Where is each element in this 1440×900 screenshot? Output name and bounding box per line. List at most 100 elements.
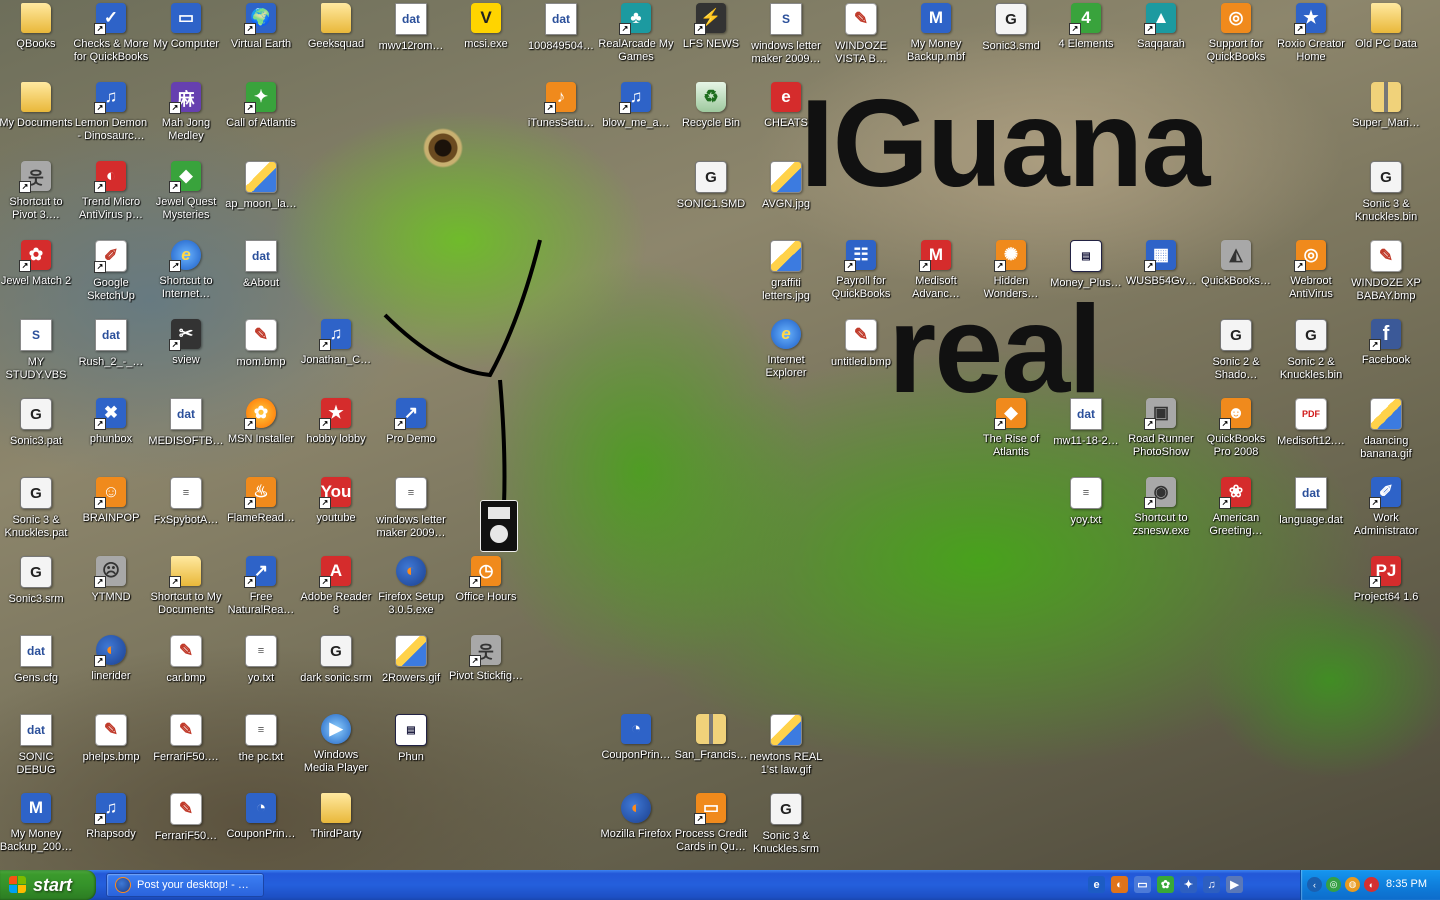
- desktop-icon-my-documents[interactable]: My Documents: [0, 79, 74, 155]
- desktop-icon-shortcut-to-my-documents[interactable]: ↗ Shortcut to My Documents: [148, 553, 224, 629]
- desktop-icon-flameread[interactable]: ♨ ↗ FlameRead…: [223, 474, 299, 550]
- desktop-icon-hidden-wonders[interactable]: ✺ ↗ Hidden Wonders…: [973, 237, 1049, 313]
- desktop-icon-dark-sonic-srm[interactable]: Gdark sonic.srm: [298, 632, 374, 708]
- desktop-icon-pro-demo[interactable]: ↗ ↗ Pro Demo: [373, 395, 449, 471]
- desktop-icon-jewel-match-2[interactable]: ✿ ↗ Jewel Match 2: [0, 237, 74, 313]
- desktop-icon-checks-more-for-quickbooks[interactable]: ✓ ↗ Checks & More for QuickBooks: [73, 0, 149, 76]
- desktop-icon-virtual-earth[interactable]: 🌍 ↗ Virtual Earth: [223, 0, 299, 76]
- desktop-icon-mwv12rom[interactable]: dat mwv12rom…: [373, 0, 449, 76]
- desktop-icon-sonic-debug[interactable]: dat SONIC DEBUG: [0, 711, 74, 787]
- desktop-icon-phun[interactable]: ▤ Phun: [373, 711, 449, 787]
- desktop-icon-language-dat[interactable]: dat language.dat: [1273, 474, 1349, 550]
- desktop-icon-windoze-vista-b[interactable]: ✎ WINDOZE VISTA B…: [823, 0, 899, 76]
- quicklaunch-pivot-icon[interactable]: ✦: [1180, 876, 1197, 893]
- desktop-icon-sonic1-smd[interactable]: G SONIC1.SMD: [673, 158, 749, 234]
- desktop-icon-san-francis[interactable]: San_Francis…: [673, 711, 749, 787]
- desktop-icon-rush-2[interactable]: dat Rush_2_-_…: [73, 316, 149, 392]
- desktop-icon-thirdparty[interactable]: ThirdParty: [298, 790, 374, 866]
- desktop-icon-car-bmp[interactable]: ✎ car.bmp: [148, 632, 224, 708]
- desktop-icon-medisoft-advanc[interactable]: M ↗ Medisoft Advanc…: [898, 237, 974, 313]
- desktop-icon-about[interactable]: dat &About: [223, 237, 299, 313]
- desktop-icon-blow-me-a[interactable]: ♫ ↗ blow_me_a…: [598, 79, 674, 155]
- desktop-icon-phelps-bmp[interactable]: ✎ phelps.bmp: [73, 711, 149, 787]
- desktop-icon-firefox-setup-3-0-5-exe[interactable]: ◐ Firefox Setup 3.0.5.exe: [373, 553, 449, 629]
- desktop-icon-road-runner-photoshow[interactable]: ▣ ↗ Road Runner PhotoShow: [1123, 395, 1199, 471]
- desktop-icon-medisoft12[interactable]: PDF Medisoft12.…: [1273, 395, 1349, 471]
- desktop-icon-adobe-reader-8[interactable]: A ↗ Adobe Reader 8: [298, 553, 374, 629]
- desktop-icon-windows-letter-maker-2009[interactable]: ≡ windows letter maker 2009…: [373, 474, 449, 550]
- desktop-icon-facebook[interactable]: f ↗ Facebook: [1348, 316, 1424, 392]
- desktop-icon-daancing-banana-gif[interactable]: daancing banana.gif: [1348, 395, 1424, 471]
- tray-network-icon[interactable]: ◎: [1326, 877, 1341, 892]
- desktop-icon-free-naturalrea[interactable]: ↗ ↗ Free NaturalRea…: [223, 553, 299, 629]
- desktop-icon-internet-explorer[interactable]: e Internet Explorer: [748, 316, 824, 392]
- desktop-icon-my-money-backup-200[interactable]: M My Money Backup_200…: [0, 790, 74, 866]
- quicklaunch-internet-explorer-icon[interactable]: e: [1088, 876, 1105, 893]
- desktop-icon-sonic3-smd[interactable]: G Sonic3.smd: [973, 0, 1049, 76]
- desktop-icon-graffiti-letters-jpg[interactable]: graffiti letters.jpg: [748, 237, 824, 313]
- tray-globe-icon[interactable]: ◍: [1345, 877, 1360, 892]
- desktop-icon-windows-letter-maker-2009[interactable]: Swindows letter maker 2009…: [748, 0, 824, 76]
- desktop-icon-sonic-2-shado[interactable]: G Sonic 2 & Shado…: [1198, 316, 1274, 392]
- desktop-icon-fxspybota[interactable]: ≡ FxSpybotA…: [148, 474, 224, 550]
- desktop-icon-mozilla-firefox[interactable]: ◐ Mozilla Firefox: [598, 790, 674, 866]
- clock[interactable]: 8:35 PM: [1386, 878, 1427, 890]
- desktop-icon-sonic-3-knuckles-pat[interactable]: G Sonic 3 & Knuckles.pat: [0, 474, 74, 550]
- desktop-icon-money-plus[interactable]: ▤ Money_Plus…: [1048, 237, 1124, 313]
- quicklaunch-media-icon[interactable]: ♫: [1203, 876, 1220, 893]
- desktop-icon-rhapsody[interactable]: ♫ ↗ Rhapsody: [73, 790, 149, 866]
- quicklaunch-player-icon[interactable]: ▶: [1226, 876, 1243, 893]
- desktop-icon-my-money-backup-mbf[interactable]: M My Money Backup.mbf: [898, 0, 974, 76]
- desktop-icon-roxio-creator-home[interactable]: ★ ↗ Roxio Creator Home: [1273, 0, 1349, 76]
- desktop-icon-4-elements[interactable]: 4 ↗ 4 Elements: [1048, 0, 1124, 76]
- quicklaunch-firefox-icon[interactable]: ◐: [1111, 876, 1128, 893]
- desktop-icon-itunessetu[interactable]: ♪ ↗ iTunesSetu…: [523, 79, 599, 155]
- desktop-icon-msn-installer[interactable]: ✿ ↗ MSN Installer: [223, 395, 299, 471]
- desktop-icon-process-credit-cards-in-qu[interactable]: ▭ ↗ Process Credit Cards in Qu…: [673, 790, 749, 866]
- desktop-icon-couponprin[interactable]: ◔ CouponPrin…: [598, 711, 674, 787]
- desktop-icon-lfs-news[interactable]: ⚡ ↗ LFS NEWS: [673, 0, 749, 76]
- desktop-icon-untitled-bmp[interactable]: ✎ untitled.bmp: [823, 316, 899, 392]
- desktop-icon-cheats[interactable]: e CHEATS: [748, 79, 824, 155]
- desktop-icon-ferrarif50[interactable]: ✎ FerrariF50…: [148, 790, 224, 866]
- desktop-icon-jonathan-c[interactable]: ♫ ↗ Jonathan_C…: [298, 316, 374, 392]
- desktop-icon-super-mari[interactable]: Super_Mari…: [1348, 79, 1424, 155]
- desktop-icon-webroot-antivirus[interactable]: ◎ ↗ Webroot AntiVirus: [1273, 237, 1349, 313]
- desktop-icon-payroll-for-quickbooks[interactable]: ☷ ↗ Payroll for QuickBooks: [823, 237, 899, 313]
- desktop-icon-call-of-atlantis[interactable]: ✦ ↗ Call of Atlantis: [223, 79, 299, 155]
- desktop-icon-yoy-txt[interactable]: ≡ yoy.txt: [1048, 474, 1124, 550]
- quicklaunch-messenger-icon[interactable]: ✿: [1157, 876, 1174, 893]
- desktop-icon-shortcut-to-internet[interactable]: e ↗ Shortcut to Internet…: [148, 237, 224, 313]
- desktop-icon-qbooks[interactable]: QBooks: [0, 0, 74, 76]
- tray-chevron-icon[interactable]: ‹: [1307, 877, 1322, 892]
- desktop-icon-mom-bmp[interactable]: ✎ mom.bmp: [223, 316, 299, 392]
- desktop-icon-shortcut-to-zsnesw-exe[interactable]: ◉ ↗ Shortcut to zsnesw.exe: [1123, 474, 1199, 550]
- desktop-icon-my-study-vbs[interactable]: S MY STUDY.VBS: [0, 316, 74, 392]
- desktop-icon-avgn-jpg[interactable]: AVGN.jpg: [748, 158, 824, 234]
- desktop-icon-100849504[interactable]: dat 100849504…: [523, 0, 599, 76]
- desktop-icon-ferrarif50[interactable]: ✎ FerrariF50.…: [148, 711, 224, 787]
- desktop-icon-saqqarah[interactable]: ▲ ↗ Saqqarah: [1123, 0, 1199, 76]
- desktop-icon-brainpop[interactable]: ☺ ↗ BRAINPOP: [73, 474, 149, 550]
- desktop-icon-realarcade-my-games[interactable]: ♣ ↗ RealArcade My Games: [598, 0, 674, 76]
- desktop-icon-sview[interactable]: ✂ ↗ sview: [148, 316, 224, 392]
- desktop-icon-sonic-3-knuckles-bin[interactable]: G Sonic 3 & Knuckles.bin: [1348, 158, 1424, 234]
- desktop-icon-hobby-lobby[interactable]: ★ ↗ hobby lobby: [298, 395, 374, 471]
- desktop-icon-windows-media-player[interactable]: ▶ Windows Media Player: [298, 711, 374, 787]
- taskbar-item-firefox-window[interactable]: Post your desktop! - …: [106, 873, 264, 897]
- desktop-icon-trend-micro-antivirus-p[interactable]: ◐ ↗ Trend Micro AntiVirus p…: [73, 158, 149, 234]
- desktop-icon-pivot-stickfig[interactable]: 웃 ↗ Pivot Stickfig…: [448, 632, 524, 708]
- desktop-icon-mah-jong-medley[interactable]: 麻 ↗ Mah Jong Medley: [148, 79, 224, 155]
- desktop-icon-sonic-2-knuckles-bin[interactable]: G Sonic 2 & Knuckles.bin: [1273, 316, 1349, 392]
- desktop-icon-couponprin[interactable]: ◔ CouponPrin…: [223, 790, 299, 866]
- desktop-icon-american-greeting[interactable]: ❀ ↗ American Greeting…: [1198, 474, 1274, 550]
- desktop-icon-the-rise-of-atlantis[interactable]: ◆ ↗ The Rise of Atlantis: [973, 395, 1049, 471]
- desktop[interactable]: IGuana real QBooks ✓ ↗ Checks & More for Qu…: [0, 0, 1440, 870]
- desktop-icon-lemon-demon-dinosaurc[interactable]: ♫ ↗ Lemon Demon - Dinosaurc…: [73, 79, 149, 155]
- desktop-icon-wusb54gv[interactable]: ▦ ↗ WUSB54Gv…: [1123, 237, 1199, 313]
- desktop-icon-gens-cfg[interactable]: dat Gens.cfg: [0, 632, 74, 708]
- desktop-icon-ap-moon-la[interactable]: ap_moon_la…: [223, 158, 299, 234]
- desktop-icon-quickbooks-pro-2008[interactable]: ☻ ↗ QuickBooks Pro 2008: [1198, 395, 1274, 471]
- desktop-icon-my-computer[interactable]: ▭ My Computer: [148, 0, 224, 76]
- desktop-icon-jewel-quest-mysteries[interactable]: ◆ ↗ Jewel Quest Mysteries: [148, 158, 224, 234]
